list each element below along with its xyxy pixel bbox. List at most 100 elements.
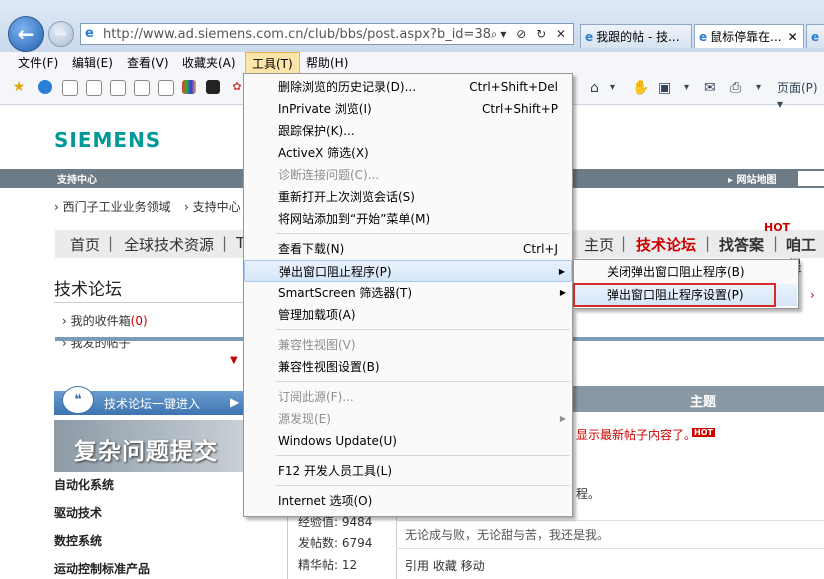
tab-close-icon[interactable]: ✕ (788, 30, 798, 44)
breadcrumb-industry[interactable]: › 西门子工业业务领域 (54, 198, 171, 215)
nav-separator: | (773, 234, 779, 252)
category-motion-control[interactable]: 运动控制标准产品 (54, 560, 150, 577)
menu-item-tracking-protection[interactable]: 跟踪保护(K)... (244, 120, 572, 142)
post-fragment: 程。 (576, 487, 601, 501)
notice-text: 显示最新帖子内容了。 (576, 428, 697, 442)
address-url[interactable]: http://www.ad.siemens.com.cn/club/bbs/po… (103, 27, 491, 42)
menu-item-popup-blocker[interactable]: 弹出窗口阻止程序(P) ▶ (244, 260, 572, 282)
inbox-label: 我的收件箱 (70, 314, 131, 328)
menu-item-compat-settings[interactable]: 兼容性视图设置(B) (244, 356, 572, 378)
breadcrumb-support[interactable]: › 支持中心 (184, 198, 241, 215)
post-actions[interactable]: 引用 收藏 移动 (405, 557, 485, 574)
colorful-icon[interactable] (182, 80, 196, 94)
hot-icon: HOT (692, 428, 715, 437)
submenu-arrow-icon: ▶ (558, 267, 565, 276)
highlight-annotation-box (573, 283, 776, 307)
category-automation[interactable]: 自动化系统 (54, 476, 114, 493)
nav-tech-forum[interactable]: 技术论坛 (636, 234, 696, 255)
nav-home[interactable]: 首页 (70, 234, 100, 255)
nav-global-resources[interactable]: 全球技术资源 (124, 234, 214, 255)
page-menu-button[interactable]: 页面(P) ▾ (777, 80, 824, 112)
page-icon[interactable] (158, 80, 174, 96)
hand-icon[interactable]: ✋ (632, 80, 649, 96)
nav-separator: | (222, 234, 228, 252)
menu-item-view-downloads[interactable]: 查看下载(N) Ctrl+J (244, 238, 572, 260)
nav-homepage[interactable]: 主页 (584, 234, 614, 255)
site-search-input[interactable] (798, 171, 824, 186)
menu-separator (276, 329, 570, 330)
menu-item-add-to-start[interactable]: 将网站添加到“开始”菜单(M) (244, 208, 572, 230)
menu-item-windows-update[interactable]: Windows Update(U) (244, 430, 572, 452)
nav-find-answers[interactable]: 找答案 (719, 234, 764, 255)
page-icon[interactable] (62, 80, 78, 96)
menu-item-smartscreen[interactable]: SmartScreen 筛选器(T) ▶ (244, 282, 572, 304)
menu-item-diagnose: 诊断连接问题(C)... (278, 168, 380, 182)
banner-text: 复杂问题提交 (74, 439, 218, 465)
play-arrow-icon[interactable]: ▶ (230, 395, 239, 409)
quick-entry-label[interactable]: 技术论坛一键进入 (104, 395, 200, 412)
submenu-arrow-icon: ▶ (559, 288, 566, 297)
chevron-down-icon[interactable]: ▾ (684, 80, 689, 96)
menu-file[interactable]: 文件(F) (12, 52, 64, 74)
menu-item-compat-view: 兼容性视图(V) (278, 338, 356, 352)
menu-item-manage-addons[interactable]: 管理加载项(A) (244, 304, 572, 326)
menu-item-internet-options[interactable]: Internet 选项(O) (244, 490, 572, 512)
divider (396, 548, 824, 549)
menu-separator (276, 455, 570, 456)
menu-separator (276, 381, 570, 382)
page-icon[interactable] (110, 80, 126, 96)
flower-icon[interactable]: ✿ (230, 80, 244, 94)
favorites-star-icon[interactable]: ★ (12, 80, 26, 94)
divider (396, 520, 824, 521)
menu-separator (276, 233, 570, 234)
siemens-logo[interactable]: SIEMENS (54, 128, 161, 152)
tab-my-posts[interactable]: e 我跟的帖 - 技... (580, 24, 692, 48)
page-icon[interactable] (134, 80, 150, 96)
back-button[interactable]: ← (8, 16, 44, 52)
globe-icon[interactable] (38, 80, 52, 94)
arrow-left-icon: ← (17, 22, 35, 46)
user-post-count: 发帖数: 6794 (298, 536, 373, 550)
submenu-item-turn-off-blocker[interactable]: 关闭弹出窗口阻止程序(B) (575, 261, 797, 283)
sitemap-link[interactable]: ▸ 网站地图 (728, 171, 777, 186)
menu-item-delete-history[interactable]: 删除浏览的历史记录(D)... Ctrl+Shift+Del (244, 76, 572, 98)
theme-header-label: 主题 (690, 395, 717, 410)
user-signature: 无论成与败，无论甜与苦，我还是我。 (405, 528, 610, 542)
chevron-down-icon[interactable]: ▾ (756, 80, 761, 96)
chevron-right-icon[interactable]: › (810, 288, 815, 302)
hot-badge: HOT (764, 221, 791, 234)
menu-view[interactable]: 查看(V) (121, 52, 175, 74)
page-icon[interactable] (86, 80, 102, 96)
menu-separator (276, 485, 570, 486)
chevron-down-icon[interactable]: ▾ (610, 80, 615, 96)
menu-edit[interactable]: 编辑(E) (66, 52, 119, 74)
inbox-count: (0) (130, 314, 148, 328)
ie-tab-icon: e (585, 29, 594, 44)
support-center-label[interactable]: 支持中心 (57, 171, 97, 186)
menu-item-reopen-session[interactable]: 重新打开上次浏览会话(S) (244, 186, 572, 208)
menu-help[interactable]: 帮助(H) (300, 52, 354, 74)
forward-button[interactable]: → (48, 21, 74, 47)
menu-item-activex-filter[interactable]: ActiveX 筛选(X) (244, 142, 572, 164)
print-icon[interactable]: ⎙ (730, 80, 741, 96)
category-cnc[interactable]: 数控系统 (54, 532, 102, 549)
menu-item-feed-discovery: 源发现(E) ▶ (244, 408, 572, 430)
tab-mouse-hover[interactable]: e 鼠标停靠在... ✕ (694, 24, 804, 48)
mail-icon[interactable]: ✉ (704, 80, 716, 96)
menu-favorites[interactable]: 收藏夹(A) (176, 52, 242, 74)
tab-new[interactable]: e (806, 24, 824, 48)
caret-down-icon[interactable]: ▼ (230, 355, 238, 366)
forum-title: 技术论坛 (54, 280, 122, 300)
menu-item-f12-tools[interactable]: F12 开发人员工具(L) (244, 460, 572, 482)
menu-item-inprivate[interactable]: InPrivate 浏览(I) Ctrl+Shift+P (244, 98, 572, 120)
address-tools-icons[interactable]: ⌕▾ ⊘ ↻ ✕ (491, 27, 573, 42)
ie-tab-icon: e (699, 29, 708, 44)
dark-icon[interactable] (206, 80, 220, 94)
feed-icon[interactable]: ▣ (658, 80, 671, 96)
menu-tools[interactable]: 工具(T) (245, 52, 300, 74)
home-icon[interactable]: ⌂ (590, 80, 599, 96)
inbox-link[interactable]: › 我的收件箱(0) (62, 312, 148, 329)
divider (54, 302, 244, 303)
address-bar[interactable]: e http://www.ad.siemens.com.cn/club/bbs/… (80, 23, 574, 45)
category-drives[interactable]: 驱动技术 (54, 504, 102, 521)
